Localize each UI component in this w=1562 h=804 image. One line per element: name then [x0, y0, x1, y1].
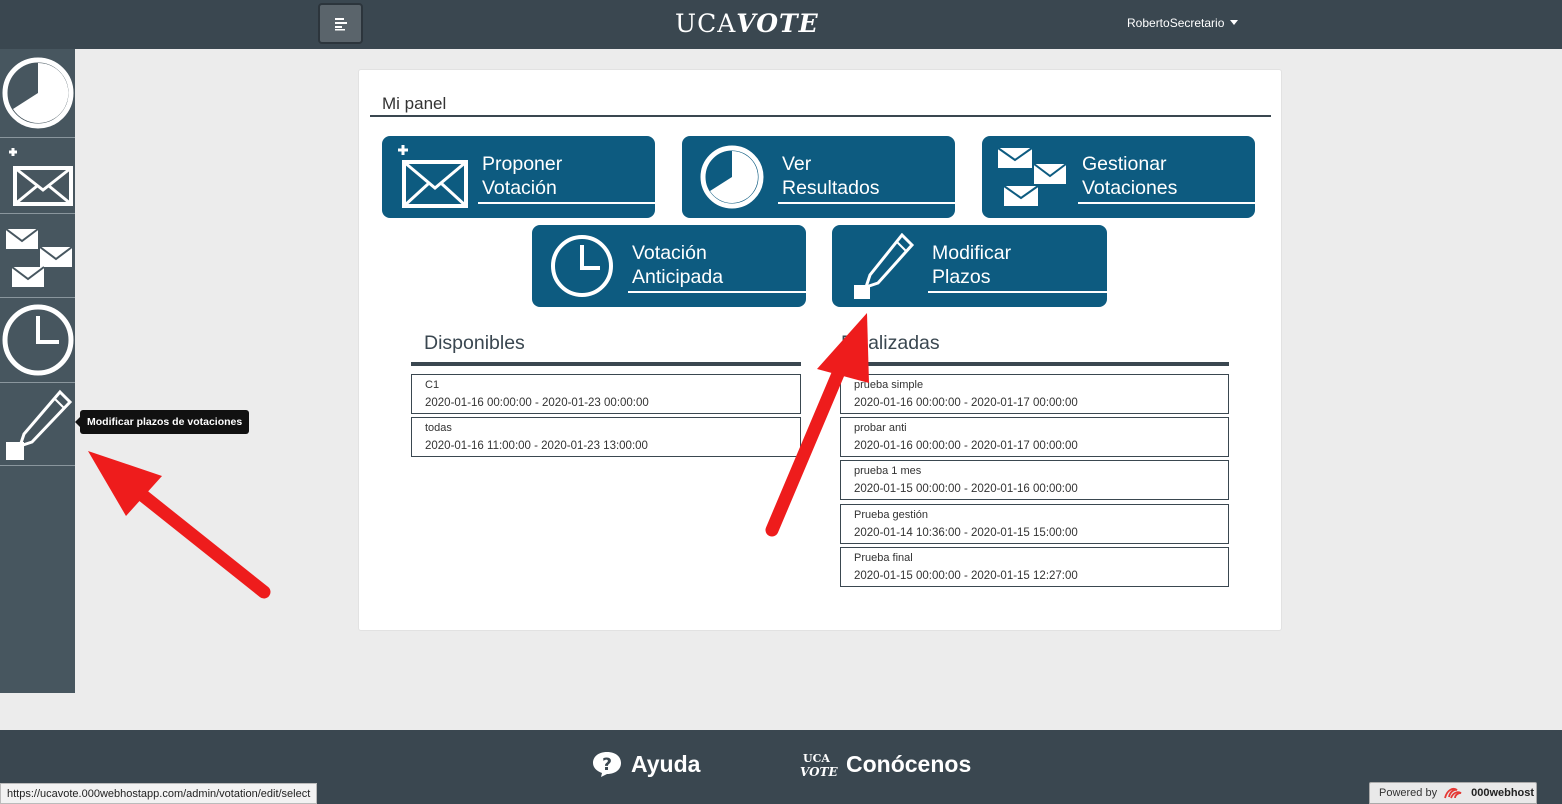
sidebar-item-gestionar-votaciones[interactable] — [0, 214, 75, 298]
divider — [840, 362, 1229, 366]
list-item[interactable]: prueba 1 mes 2020-01-15 00:00:00 - 2020-… — [840, 460, 1229, 500]
tile-label: Modificar Plazos — [932, 242, 1012, 288]
pie-chart-icon — [700, 145, 764, 209]
new-envelope-icon — [398, 145, 468, 208]
clock-icon — [551, 235, 613, 297]
pencil-icon — [5, 389, 72, 460]
new-envelope-icon — [8, 147, 73, 206]
pencil-icon — [854, 233, 915, 299]
caret-down-icon — [1230, 20, 1239, 25]
disponibles-title: Disponibles — [424, 332, 525, 354]
tile-label: Gestionar Votaciones — [1082, 153, 1178, 199]
tile-label: Proponer Votación — [482, 153, 563, 199]
help-link[interactable]: ? Ayuda — [591, 750, 700, 778]
user-dropdown[interactable]: RobertoSecretario — [1127, 16, 1239, 30]
tooltip: Modificar plazos de votaciones — [74, 410, 250, 434]
sidebar-item-modificar-plazos[interactable] — [0, 383, 75, 466]
brand-logo[interactable]: UCAVOTE — [675, 9, 819, 38]
pie-chart-icon — [2, 57, 73, 129]
tile-label: Ver Resultados — [782, 153, 880, 199]
ucavote-logo: UCA VOTE — [800, 752, 838, 778]
svg-text:?: ? — [602, 755, 612, 775]
list-item[interactable]: prueba simple 2020-01-16 00:00:00 - 2020… — [840, 374, 1229, 414]
clock-icon — [2, 304, 73, 376]
sidebar-item-proponer-votacion[interactable] — [0, 138, 75, 214]
sidebar — [0, 49, 75, 693]
tile-underline — [478, 202, 655, 204]
list-item[interactable]: C1 2020-01-16 00:00:00 - 2020-01-23 00:0… — [411, 374, 801, 414]
divider — [411, 362, 801, 366]
finalizadas-title: Finalizadas — [841, 332, 940, 354]
tile-underline — [628, 291, 806, 293]
envelopes-icon — [4, 227, 73, 287]
tile-gestionar-votaciones[interactable]: Gestionar Votaciones — [982, 136, 1255, 218]
tile-underline — [1078, 202, 1255, 204]
annotation-arrow-left — [88, 451, 271, 599]
page-title: Mi panel — [382, 94, 447, 113]
browser-status-url: https://ucavote.000webhostapp.com/admin/… — [0, 783, 318, 804]
tile-votacion-anticipada[interactable]: Votación Anticipada — [532, 225, 806, 307]
envelopes-icon — [997, 147, 1067, 206]
tile-modificar-plazos[interactable]: Modificar Plazos — [832, 225, 1107, 307]
tile-ver-resultados[interactable]: Ver Resultados — [682, 136, 955, 218]
divider — [370, 115, 1271, 117]
about-link[interactable]: UCA VOTE Conócenos — [800, 750, 971, 779]
tile-proponer-votacion[interactable]: Proponer Votación — [382, 136, 655, 218]
svg-text:VOTE: VOTE — [800, 765, 838, 778]
list-item[interactable]: Prueba final 2020-01-15 00:00:00 - 2020-… — [840, 547, 1229, 587]
top-navbar: UCAVOTE RobertoSecretario — [0, 0, 1562, 49]
tile-underline — [928, 291, 1107, 293]
menu-toggle-button[interactable] — [318, 3, 363, 44]
svg-text:UCA: UCA — [803, 752, 830, 765]
sidebar-item-votacion-anticipada[interactable] — [0, 298, 75, 383]
list-item[interactable]: todas 2020-01-16 11:00:00 - 2020-01-23 1… — [411, 417, 801, 457]
user-name: RobertoSecretario — [1127, 16, 1225, 30]
webhost-logo-icon — [1444, 787, 1462, 799]
tile-underline — [778, 202, 955, 204]
list-item[interactable]: probar anti 2020-01-16 00:00:00 - 2020-0… — [840, 417, 1229, 457]
help-icon: ? — [593, 752, 621, 777]
sidebar-item-ver-resultados[interactable] — [0, 49, 75, 138]
list-item[interactable]: Prueba gestión 2020-01-14 10:36:00 - 202… — [840, 504, 1229, 544]
main-panel: Mi panel Proponer Votación Ver Resultados … — [358, 69, 1282, 631]
powered-by-badge[interactable]: Powered by 000webhost — [1369, 782, 1537, 804]
tile-label: Votación Anticipada — [632, 242, 724, 288]
menu-icon — [334, 17, 347, 30]
